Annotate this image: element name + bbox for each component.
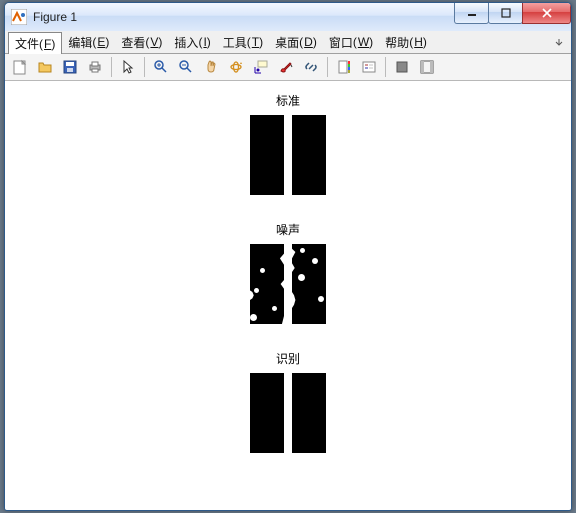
subplot-standard: 标准 xyxy=(250,92,326,195)
link-plot-button[interactable] xyxy=(299,55,323,79)
menu-desktop[interactable]: 桌面(D) xyxy=(269,31,323,53)
maximize-button[interactable] xyxy=(488,3,523,24)
menu-label: 桌面 xyxy=(275,34,299,51)
toolbar-separator xyxy=(111,57,112,77)
show-plot-tools-button[interactable] xyxy=(415,55,439,79)
new-figure-button[interactable] xyxy=(8,55,32,79)
menu-help[interactable]: 帮助(H) xyxy=(379,31,433,53)
save-button[interactable] xyxy=(58,55,82,79)
pointer-button[interactable] xyxy=(116,55,140,79)
menu-label: 帮助 xyxy=(385,34,409,51)
data-cursor-button[interactable] xyxy=(249,55,273,79)
plot-title: 识别 xyxy=(276,350,300,367)
toolbar-separator xyxy=(385,57,386,77)
plot-image-noise[interactable] xyxy=(250,244,326,324)
menu-hotkey: W xyxy=(358,35,369,49)
menu-hotkey: D xyxy=(304,35,313,49)
menu-hotkey: I xyxy=(203,35,206,49)
menu-label: 插入 xyxy=(174,34,198,51)
menu-label: 编辑 xyxy=(68,34,92,51)
menu-hotkey: V xyxy=(150,35,158,49)
toolbar xyxy=(5,54,571,81)
menu-edit[interactable]: 编辑(E) xyxy=(62,31,115,53)
plot-title: 标准 xyxy=(276,92,300,109)
menu-label: 窗口 xyxy=(329,34,353,51)
toolbar-separator xyxy=(327,57,328,77)
menu-window[interactable]: 窗口(W) xyxy=(323,31,379,53)
toolbar-separator xyxy=(144,57,145,77)
plot-image-recognized[interactable] xyxy=(250,373,326,453)
brush-button[interactable] xyxy=(274,55,298,79)
figure-window: Figure 1 文件(F) 编辑(E) 查看(V) 插入(I) 工具(T) 桌… xyxy=(4,2,572,511)
title-bar[interactable]: Figure 1 xyxy=(5,3,571,31)
menu-bar: 文件(F) 编辑(E) 查看(V) 插入(I) 工具(T) 桌面(D) 窗口(W… xyxy=(5,31,571,54)
menu-hotkey: E xyxy=(97,35,105,49)
figure-canvas: 标准 噪声 xyxy=(6,82,570,509)
zoom-out-button[interactable] xyxy=(174,55,198,79)
hide-plot-tools-button[interactable] xyxy=(390,55,414,79)
menu-file[interactable]: 文件(F) xyxy=(8,32,62,54)
colorbar-button[interactable] xyxy=(332,55,356,79)
window-title: Figure 1 xyxy=(33,10,77,24)
menu-label: 工具 xyxy=(223,34,247,51)
matlab-figure-icon xyxy=(11,9,27,25)
zoom-in-button[interactable] xyxy=(149,55,173,79)
menu-overflow-icon[interactable] xyxy=(550,31,568,53)
minimize-button[interactable] xyxy=(454,3,489,24)
menu-insert[interactable]: 插入(I) xyxy=(168,31,216,53)
menu-view[interactable]: 查看(V) xyxy=(115,31,168,53)
menu-hotkey: H xyxy=(414,35,423,49)
menu-label: 文件 xyxy=(15,35,39,52)
plot-image-standard[interactable] xyxy=(250,115,326,195)
pan-button[interactable] xyxy=(199,55,223,79)
plot-title: 噪声 xyxy=(276,221,300,238)
menu-label: 查看 xyxy=(121,34,145,51)
subplot-noise: 噪声 xyxy=(250,221,326,324)
menu-hotkey: F xyxy=(44,37,51,51)
open-file-button[interactable] xyxy=(33,55,57,79)
close-button[interactable] xyxy=(522,3,571,24)
legend-button[interactable] xyxy=(357,55,381,79)
subplot-recognized: 识别 xyxy=(250,350,326,453)
rotate-button[interactable] xyxy=(224,55,248,79)
menu-tools[interactable]: 工具(T) xyxy=(217,31,269,53)
window-controls xyxy=(455,3,571,24)
menu-hotkey: T xyxy=(252,35,259,49)
print-button[interactable] xyxy=(83,55,107,79)
